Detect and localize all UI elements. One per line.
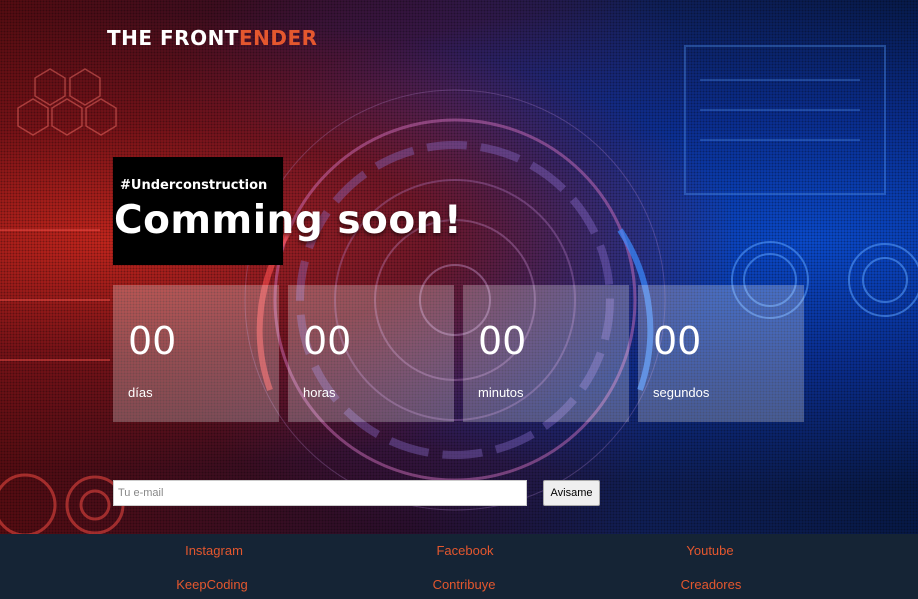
countdown-days: 00 días	[113, 285, 279, 422]
countdown-value: 00	[128, 319, 177, 363]
brand-logo: THE FRONTENDER	[107, 26, 318, 50]
brand-name-accent: ENDER	[238, 26, 318, 50]
notify-button[interactable]: Avisame	[543, 480, 600, 506]
left-targets	[0, 473, 125, 534]
countdown-value: 00	[653, 319, 702, 363]
countdown-value: 00	[303, 319, 352, 363]
left-lines	[0, 229, 110, 361]
footer-link-creadores[interactable]: Creadores	[611, 577, 811, 592]
countdown-label: horas	[303, 385, 336, 400]
footer-link-contribuye[interactable]: Contribuye	[364, 577, 564, 592]
page-title: Comming soon!	[114, 198, 463, 243]
countdown-value: 00	[478, 319, 527, 363]
hud-decoration	[0, 45, 918, 534]
brand-name-main: THE FRONT	[107, 26, 239, 50]
countdown-label: días	[128, 385, 153, 400]
footer-link-facebook[interactable]: Facebook	[365, 543, 565, 558]
footer: Instagram Facebook Youtube KeepCoding Co…	[0, 534, 918, 599]
countdown-label: segundos	[653, 385, 710, 400]
countdown-seconds: 00 segundos	[638, 285, 804, 422]
footer-link-keepcoding[interactable]: KeepCoding	[112, 577, 312, 592]
hexagon-pattern	[17, 68, 117, 136]
tagline: #Underconstruction	[120, 178, 268, 193]
footer-link-youtube[interactable]: Youtube	[610, 543, 810, 558]
email-input[interactable]	[113, 480, 527, 506]
footer-link-instagram[interactable]: Instagram	[114, 543, 314, 558]
right-gauges	[684, 45, 918, 319]
countdown-label: minutos	[478, 385, 524, 400]
hero-background	[0, 0, 918, 534]
countdown-minutes: 00 minutos	[463, 285, 629, 422]
countdown-hours: 00 horas	[288, 285, 454, 422]
